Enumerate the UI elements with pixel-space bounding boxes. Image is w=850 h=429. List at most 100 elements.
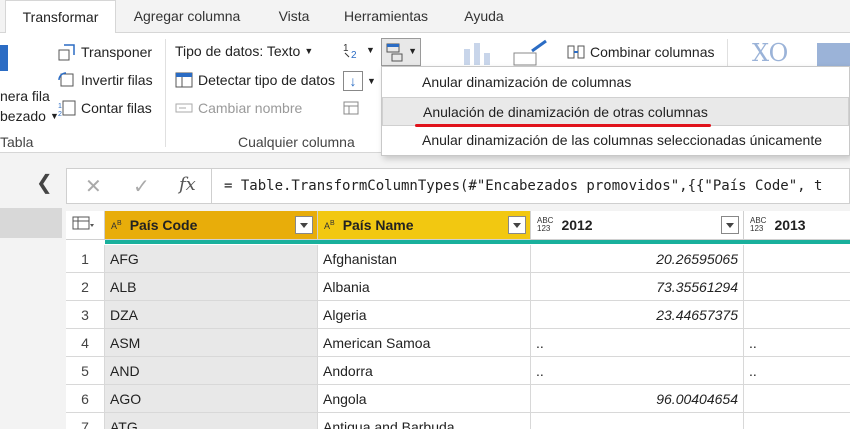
chevron-down-icon: ▼: [366, 45, 375, 55]
column-name: País Name: [342, 216, 414, 233]
menu-item-unpivot-columns[interactable]: Anular dinamización de columnas: [382, 68, 849, 97]
cell-2012[interactable]: 23.44657375: [531, 301, 744, 329]
cell-pais-name[interactable]: Andorra: [318, 357, 531, 385]
cell-2013[interactable]: [744, 385, 850, 413]
table-row[interactable]: 7 ATG Antigua and Barbuda: [66, 413, 850, 429]
cell-2013[interactable]: [744, 301, 850, 329]
cell-pais-name[interactable]: Albania: [318, 273, 531, 301]
cell-2012[interactable]: [531, 413, 744, 429]
tab-ayuda[interactable]: Ayuda: [454, 0, 514, 33]
use-first-row-dropdown[interactable]: bezado ▼: [0, 108, 59, 124]
table-row[interactable]: 6 AGO Angola 96.00404654: [66, 385, 850, 413]
replace-values-icon: 12: [343, 41, 361, 61]
cell-2013[interactable]: [744, 245, 850, 273]
split-column-icon[interactable]: [462, 41, 496, 67]
formula-input[interactable]: = Table.TransformColumnTypes(#"Encabezad…: [212, 168, 850, 204]
statistics-icon[interactable]: XO: [752, 39, 788, 67]
transpose-button[interactable]: Transponer: [58, 43, 152, 61]
column-header-pais-name[interactable]: AB País Name: [318, 211, 531, 240]
detect-data-type-button[interactable]: Detectar tipo de datos: [175, 71, 335, 89]
row-number[interactable]: 5: [66, 357, 105, 385]
row-number[interactable]: 4: [66, 329, 105, 357]
group-label-tabla: Tabla: [0, 134, 34, 150]
row-number[interactable]: 7: [66, 413, 105, 429]
collapse-pane-chevron-icon[interactable]: ❮: [36, 170, 53, 195]
count-rows-button[interactable]: 12 Contar filas: [58, 99, 152, 118]
row-number[interactable]: 1: [66, 245, 105, 273]
column-name: País Code: [129, 216, 198, 233]
confirm-icon[interactable]: ✓: [133, 174, 150, 199]
cell-pais-name[interactable]: Angola: [318, 385, 531, 413]
svg-text:2: 2: [58, 111, 62, 117]
menu-item-unpivot-other-columns[interactable]: Anulación de dinamización de otras colum…: [382, 97, 849, 126]
table-row[interactable]: 2 ALB Albania 73.35561294: [66, 273, 850, 301]
unpivot-columns-button[interactable]: ▼: [381, 38, 421, 66]
column-name: 2013: [774, 216, 806, 233]
cell-2012[interactable]: 20.26595065: [531, 245, 744, 273]
cell-pais-name[interactable]: Antigua and Barbuda: [318, 413, 531, 429]
cell-pais-code[interactable]: AND: [105, 357, 318, 385]
table-row[interactable]: 1 AFG Afghanistan 20.26595065: [66, 245, 850, 273]
cell-pais-code[interactable]: ALB: [105, 273, 318, 301]
fill-down-icon: ↓: [343, 71, 363, 91]
column-quality-bar: [105, 240, 850, 244]
use-first-row-label-2: bezado: [0, 108, 46, 124]
tab-agregar-columna[interactable]: Agregar columna: [123, 0, 251, 33]
cell-2012[interactable]: 73.35561294: [531, 273, 744, 301]
rename-button[interactable]: Cambiar nombre: [175, 99, 302, 117]
row-number[interactable]: 3: [66, 301, 105, 329]
cell-pais-name[interactable]: Algeria: [318, 301, 531, 329]
tab-transformar[interactable]: Transformar: [5, 0, 116, 34]
table-menu-button[interactable]: [66, 211, 105, 240]
cell-2012[interactable]: 96.00404654: [531, 385, 744, 413]
filter-dropdown-icon[interactable]: [721, 216, 739, 234]
table-row[interactable]: 3 DZA Algeria 23.44657375: [66, 301, 850, 329]
column-header-pais-code[interactable]: AB País Code: [105, 211, 318, 240]
row-number[interactable]: 6: [66, 385, 105, 413]
table-row[interactable]: 5 AND Andorra....: [66, 357, 850, 385]
reverse-rows-button[interactable]: Invertir filas: [58, 71, 153, 89]
merge-columns-icon: [567, 43, 585, 61]
data-type-dropdown[interactable]: Tipo de datos: Texto ▼: [175, 43, 313, 59]
filter-dropdown-icon[interactable]: [295, 216, 313, 234]
cell-pais-code[interactable]: DZA: [105, 301, 318, 329]
replace-values-button[interactable]: 12 ▼: [343, 41, 375, 61]
data-grid: AB País Code AB País Name ABC 123 2012 AB…: [66, 211, 850, 429]
merge-columns-button[interactable]: Combinar columnas: [567, 43, 715, 61]
standard-operations-icon[interactable]: [817, 43, 850, 67]
type-text-icon: AB: [111, 220, 122, 231]
cell-2013[interactable]: [744, 413, 850, 429]
tab-vista[interactable]: Vista: [266, 0, 322, 33]
table-row[interactable]: 4 ASM American Samoa....: [66, 329, 850, 357]
cell-2013[interactable]: ..: [744, 357, 850, 385]
cell-pais-code[interactable]: AFG: [105, 245, 318, 273]
menu-item-unpivot-selected-only[interactable]: Anular dinamización de las columnas sele…: [382, 126, 849, 155]
format-column-icon[interactable]: [512, 39, 552, 67]
chevron-down-icon: ▼: [367, 76, 376, 86]
fx-icon[interactable]: fx: [179, 174, 196, 195]
column-header-2013[interactable]: ABC 123 2013: [744, 211, 850, 240]
tab-herramientas[interactable]: Herramientas: [336, 0, 436, 33]
cell-2012[interactable]: ..: [531, 357, 744, 385]
cell-pais-code[interactable]: ASM: [105, 329, 318, 357]
svg-text:1: 1: [58, 103, 62, 110]
count-rows-icon: 12: [58, 99, 76, 118]
cell-2012[interactable]: ..: [531, 329, 744, 357]
cancel-icon[interactable]: ✕: [85, 174, 102, 199]
selected-query-item[interactable]: [0, 208, 62, 238]
column-header-2012[interactable]: ABC 123 2012: [531, 211, 744, 240]
cell-pais-code[interactable]: ATG: [105, 413, 318, 429]
table-icon: [72, 211, 94, 240]
use-first-row-button[interactable]: nera fila: [0, 88, 50, 104]
cell-2013[interactable]: ..: [744, 329, 850, 357]
filter-dropdown-icon[interactable]: [508, 216, 526, 234]
chevron-down-icon: ▼: [304, 46, 314, 56]
detect-type-label: Detectar tipo de datos: [198, 72, 335, 88]
cell-pais-name[interactable]: Afghanistan: [318, 245, 531, 273]
cell-pais-name[interactable]: American Samoa: [318, 329, 531, 357]
row-number[interactable]: 2: [66, 273, 105, 301]
fill-down-button[interactable]: ↓ ▼: [343, 71, 376, 91]
convert-to-list-icon[interactable]: [343, 101, 361, 117]
cell-pais-code[interactable]: AGO: [105, 385, 318, 413]
cell-2013[interactable]: [744, 273, 850, 301]
